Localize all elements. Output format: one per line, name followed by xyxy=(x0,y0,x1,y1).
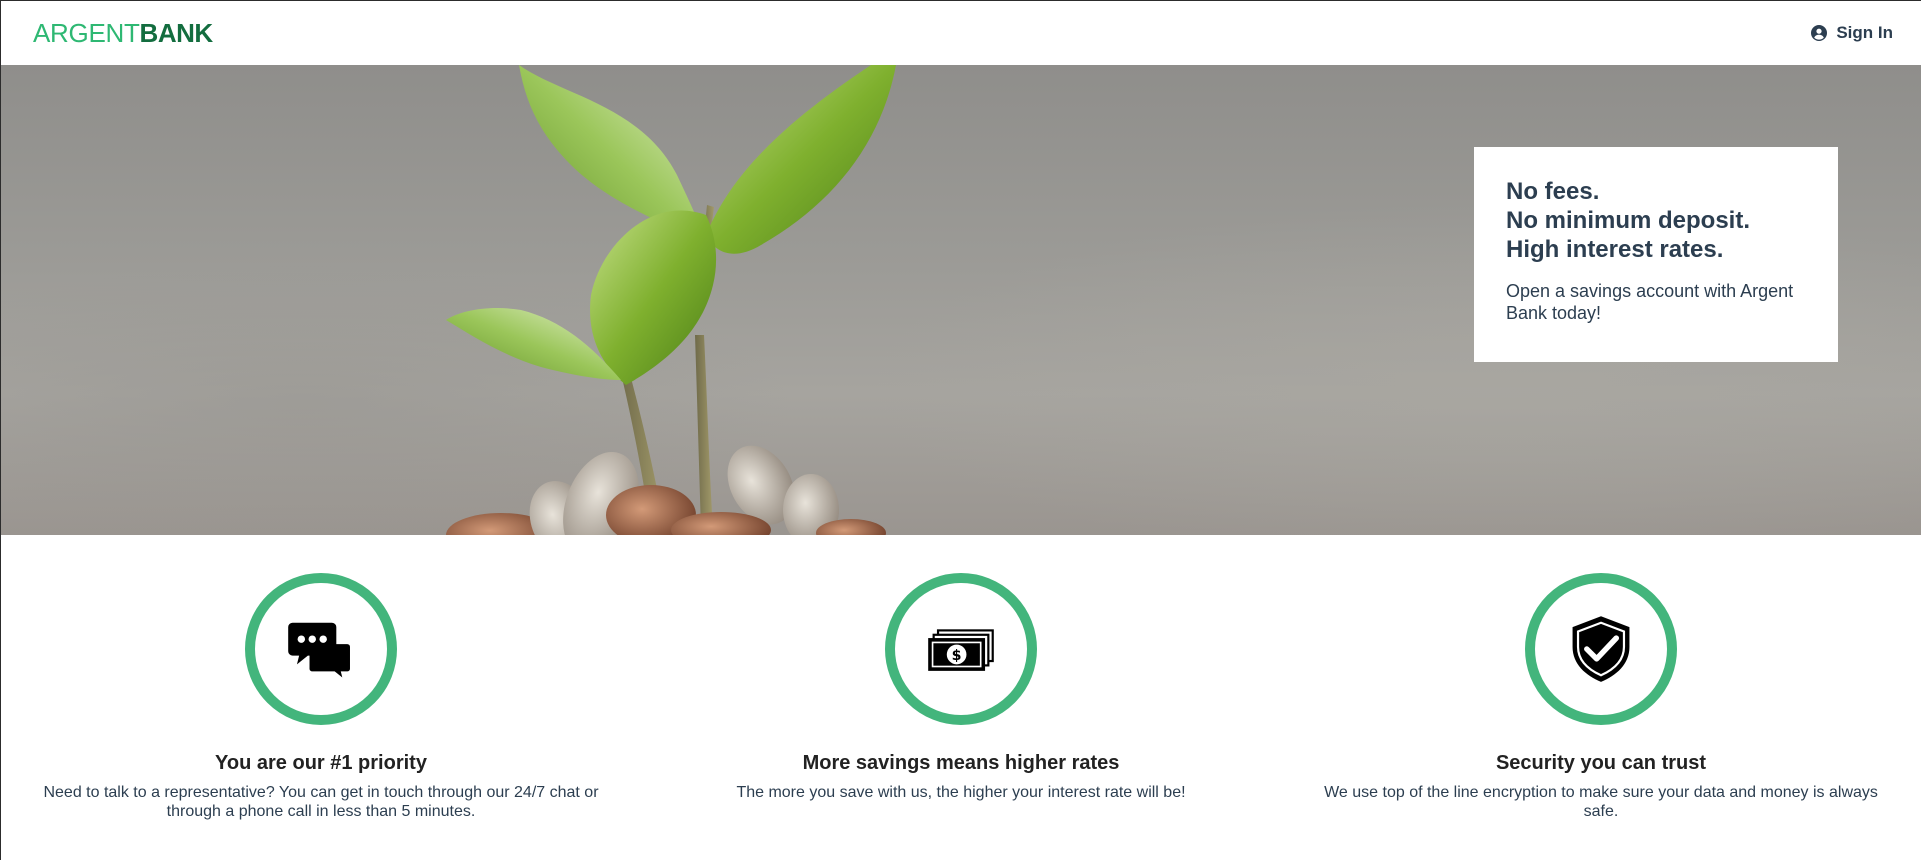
feature-title: You are our #1 priority xyxy=(215,752,427,774)
hero-subtitle-1: No fees. xyxy=(1506,178,1600,205)
hero-subtitle-3: High interest rates. xyxy=(1506,236,1724,263)
feature-text: Need to talk to a representative? You ca… xyxy=(43,784,599,820)
feature-item: Security you can trust We use top of the… xyxy=(1311,573,1891,821)
feature-title: More savings means higher rates xyxy=(802,752,1120,774)
hero-promo-card: No fees. No minimum deposit. High intere… xyxy=(1474,147,1838,362)
logo-text-argent: ARGENT xyxy=(33,17,140,48)
features-section: You are our #1 priority Need to talk to … xyxy=(1,535,1921,821)
logo-home-link[interactable]: ARGENT BANK xyxy=(33,18,213,49)
sign-in-label: Sign In xyxy=(1836,23,1893,42)
main-nav: ARGENT BANK Sign In xyxy=(1,1,1921,65)
logo-text-bank: BANK xyxy=(139,17,214,48)
feature-title: Security you can trust xyxy=(1495,752,1707,774)
feature-item: $ More savings means higher rates The mo… xyxy=(671,573,1251,821)
hero-subtitle-2: No minimum deposit. xyxy=(1506,207,1751,234)
money-icon: $ xyxy=(885,573,1037,725)
hero-text: Open a savings account with Argent Bank … xyxy=(1506,281,1794,323)
page: ARGENT BANK Sign In No fees. No minimum … xyxy=(0,0,1921,860)
security-icon xyxy=(1525,573,1677,725)
feature-text: We use top of the line encryption to mak… xyxy=(1324,784,1878,820)
feature-item: You are our #1 priority Need to talk to … xyxy=(31,573,611,821)
feature-text: The more you save with us, the higher yo… xyxy=(736,784,1186,801)
user-circle-icon xyxy=(1811,25,1828,41)
hero-banner: No fees. No minimum deposit. High intere… xyxy=(1,65,1921,535)
svg-text:$: $ xyxy=(952,648,962,664)
chat-icon xyxy=(245,573,397,725)
sign-in-link[interactable]: Sign In xyxy=(1811,23,1893,43)
